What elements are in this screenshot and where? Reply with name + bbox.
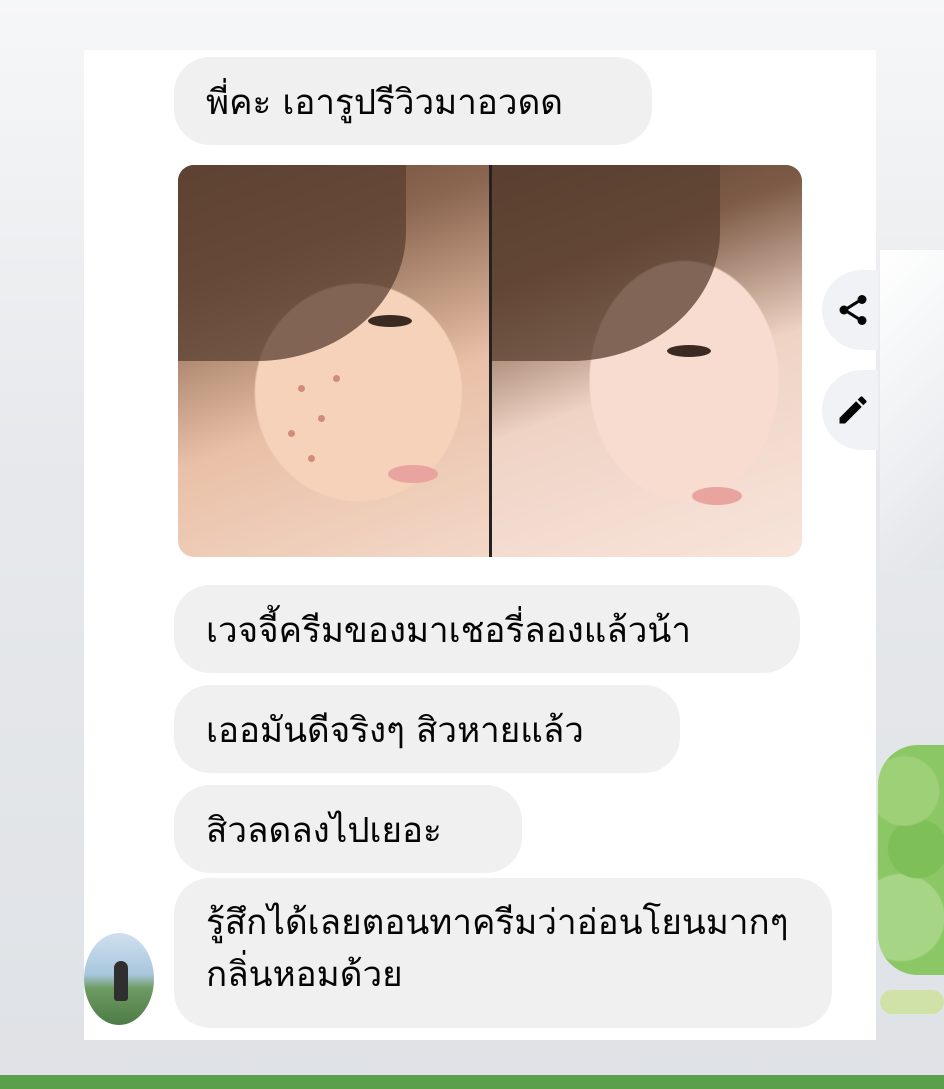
before-after-photos[interactable] xyxy=(178,165,802,557)
avatar-person-shape xyxy=(114,961,128,1001)
share-icon xyxy=(839,295,867,325)
hair-shape xyxy=(491,165,720,361)
eye-shape xyxy=(666,345,711,357)
message-bubble: เวจจี้ครีมของมาเชอรี่ลองแล้วน้า xyxy=(174,585,800,673)
accent-strip xyxy=(0,1075,944,1089)
lip-shape xyxy=(691,487,742,505)
message-bubble: พี่คะ เอารูปรีวิวมาอวดด xyxy=(174,57,652,145)
plate-image xyxy=(880,990,944,1014)
acne-spot xyxy=(288,430,295,437)
message-bubble: รู้สึกได้เลยตอนทาครีมว่าอ่อนโยนมากๆกลิ่น… xyxy=(174,878,832,1028)
lip-shape xyxy=(388,465,438,483)
chat-panel: พี่คะ เอารูปรีวิวมาอวดด เวจจี้ครีมของมาเ… xyxy=(84,50,876,1040)
acne-spot xyxy=(308,455,315,462)
message-bubble: เออมันดีจริงๆ สิวหายแล้ว xyxy=(174,685,680,773)
background-light xyxy=(880,250,944,570)
avatar[interactable] xyxy=(84,933,154,1025)
hair-shape xyxy=(178,165,407,361)
eye-shape xyxy=(368,315,412,327)
acne-spot xyxy=(298,385,305,392)
vegetable-leaves-image xyxy=(878,745,944,975)
acne-spot xyxy=(318,415,325,422)
after-face-photo[interactable] xyxy=(488,165,802,557)
acne-spot xyxy=(333,375,340,382)
pencil-icon xyxy=(839,396,867,424)
message-bubble: สิวลดลงไปเยอะ xyxy=(174,785,522,873)
before-face-photo[interactable] xyxy=(178,165,489,557)
